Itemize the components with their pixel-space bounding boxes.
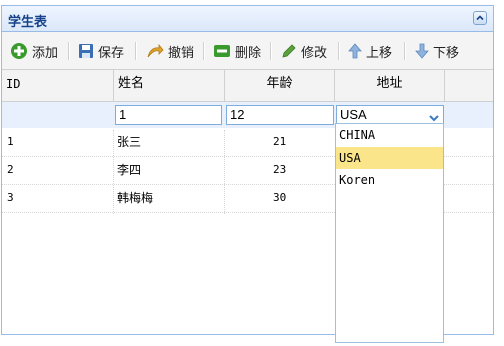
column-header-name[interactable]: 姓名: [114, 70, 225, 101]
cell-age: 21: [273, 135, 287, 148]
delete-label: 删除: [235, 45, 262, 61]
add-button[interactable]: 添加: [10, 40, 58, 62]
toolbar-separator: [68, 42, 70, 60]
dropdown-option-koren[interactable]: Koren: [336, 169, 443, 191]
column-header-age[interactable]: 年龄: [225, 70, 335, 101]
save-button[interactable]: 保存: [78, 40, 124, 62]
cell-name: 张三: [117, 135, 142, 149]
address-combo-value: USA: [340, 107, 367, 122]
add-label: 添加: [32, 45, 59, 61]
cell-id: 2: [7, 163, 14, 176]
cell-id: 1: [7, 135, 14, 148]
move-down-button[interactable]: 下移: [415, 40, 459, 62]
arrow-up-icon: [348, 43, 362, 59]
column-header-id[interactable]: ID: [2, 70, 114, 101]
edit-label: 修改: [301, 45, 328, 61]
toolbar-separator: [270, 42, 272, 60]
address-combo[interactable]: USA: [336, 105, 444, 125]
column-header-address[interactable]: 地址: [335, 70, 445, 101]
grid-header: ID 姓名 年龄 地址: [2, 70, 493, 102]
save-icon: [79, 44, 93, 58]
move-down-label: 下移: [433, 45, 460, 61]
dropdown-option-china[interactable]: CHINA: [336, 124, 443, 146]
arrow-down-icon: [415, 43, 429, 59]
toolbar-separator: [135, 42, 137, 60]
move-up-button[interactable]: 上移: [348, 40, 392, 62]
cell-id: 3: [7, 191, 14, 204]
toolbar: 添加 保存 撤销 删除 修改 上移 下移: [2, 32, 493, 70]
name-input[interactable]: 1: [115, 105, 222, 125]
toolbar-separator: [404, 42, 406, 60]
address-dropdown-list[interactable]: CHINA USA Koren: [335, 123, 444, 343]
panel-header: 学生表: [2, 6, 493, 32]
delete-icon: [214, 45, 230, 57]
dropdown-option-usa[interactable]: USA: [336, 147, 443, 169]
undo-icon: [147, 43, 164, 58]
delete-button[interactable]: 删除: [213, 40, 261, 62]
toolbar-separator: [338, 42, 340, 60]
collapse-icon[interactable]: [473, 11, 487, 25]
undo-button[interactable]: 撤销: [146, 40, 194, 62]
undo-label: 撤销: [168, 45, 195, 61]
cell-age: 30: [273, 191, 287, 204]
save-label: 保存: [98, 45, 125, 61]
age-input[interactable]: 12: [226, 105, 334, 125]
cell-name: 李四: [117, 163, 142, 177]
column-divider: [113, 130, 114, 214]
pencil-icon: [282, 44, 296, 58]
move-up-label: 上移: [366, 45, 393, 61]
panel-title: 学生表: [8, 15, 48, 30]
cell-age: 23: [273, 163, 287, 176]
toolbar-separator: [203, 42, 205, 60]
column-divider: [224, 130, 225, 214]
edit-button[interactable]: 修改: [281, 40, 327, 62]
cell-name: 韩梅梅: [117, 191, 154, 205]
add-icon: [11, 43, 27, 59]
